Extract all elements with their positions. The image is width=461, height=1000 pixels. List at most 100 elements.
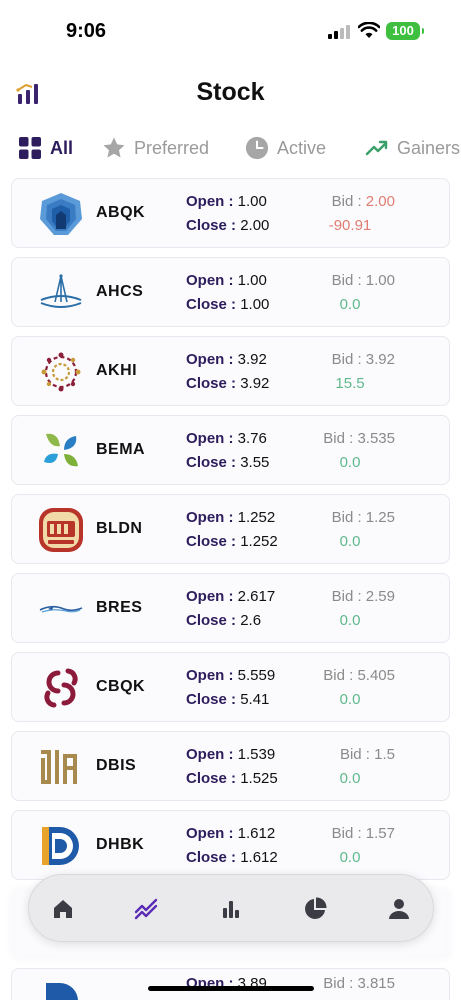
tab-preferred[interactable]: Preferred [102, 130, 209, 166]
open-label: Open : [186, 667, 234, 684]
bid-label: Bid : [331, 509, 362, 526]
open-label: Open : [186, 588, 234, 605]
close-value: 1.612 [240, 849, 278, 866]
close-price: Close : 1.00 [186, 296, 269, 313]
change-value: 0.0 [339, 770, 361, 787]
change-value: 0.0 [339, 296, 361, 313]
bid-price: Bid : 1.57 [332, 825, 395, 842]
open-label: Open : [186, 272, 234, 289]
bid-label: Bid : [323, 667, 354, 684]
tab-all[interactable]: All [18, 130, 73, 166]
bid-label: Bid : [331, 588, 362, 605]
nav-market[interactable] [217, 895, 245, 923]
open-price: Open : 2.617 [186, 588, 275, 605]
close-price: Close : 1.612 [186, 849, 278, 866]
nav-home[interactable] [49, 895, 77, 923]
open-price: Open : 1.252 [186, 509, 275, 526]
bid-price: Bid : 3.92 [332, 351, 395, 368]
stock-row[interactable]: AKHI Open : 3.92 Close : 3.92 Bid : 3.92… [11, 336, 450, 406]
bid-value: 1.57 [365, 825, 395, 842]
nav-profile[interactable] [385, 895, 413, 923]
stock-chart-icon [134, 898, 158, 920]
stock-symbol: DHBK [96, 836, 145, 853]
bres-logo-icon [39, 605, 83, 613]
page-title: Stock [196, 78, 265, 106]
bottom-navigation [28, 874, 434, 942]
stock-row[interactable]: DHBK Open : 1.612 Close : 1.612 Bid : 1.… [11, 810, 450, 880]
filter-tabs: All Preferred Active Gainers [0, 130, 461, 168]
pie-chart-icon [305, 897, 327, 919]
open-label: Open : [186, 351, 234, 368]
clock-icon [245, 136, 269, 160]
stock-symbol: ABQK [96, 204, 146, 221]
close-label: Close : [186, 612, 237, 629]
app-header: Stock [0, 70, 461, 120]
bid-label: Bid : [323, 975, 354, 992]
bid-value: 3.92 [365, 351, 395, 368]
open-value: 1.539 [237, 746, 276, 763]
bid-price: Bid : 1.25 [332, 509, 395, 526]
change-value: -90.91 [328, 217, 372, 234]
bid-label: Bid : [323, 430, 354, 447]
bid-value: 3.815 [357, 975, 395, 992]
stock-row[interactable]: AHCS Open : 1.00 Close : 1.00 Bid : 1.00… [11, 257, 450, 327]
open-value: 5.559 [237, 667, 276, 684]
abqk-logo-icon [40, 193, 82, 235]
home-indicator [148, 986, 314, 991]
stock-row[interactable]: BRES Open : 2.617 Close : 2.6 Bid : 2.59… [11, 573, 450, 643]
open-label: Open : [186, 746, 234, 763]
bid-price: Bid : 1.5 [340, 746, 395, 763]
tab-gainers[interactable]: Gainers [365, 130, 460, 166]
bid-value: 1.00 [365, 272, 395, 289]
status-bar: 9:06 100 [0, 0, 461, 62]
bar-chart-icon [223, 901, 239, 918]
bid-price: Bid : 5.405 [323, 667, 395, 684]
stock-row[interactable]: CBQK Open : 5.559 Close : 5.41 Bid : 5.4… [11, 652, 450, 722]
stock-symbol: AKHI [96, 362, 138, 379]
close-label: Close : [186, 217, 237, 234]
dbis-logo-icon [41, 750, 77, 784]
close-value: 3.92 [240, 375, 270, 392]
stock-row[interactable]: Open : 3.89 Bid : 3.815 [11, 968, 450, 1000]
tab-active[interactable]: Active [245, 130, 326, 166]
stock-symbol: CBQK [96, 678, 146, 695]
close-value: 5.41 [240, 691, 270, 708]
stock-row[interactable]: BLDN Open : 1.252 Close : 1.252 Bid : 1.… [11, 494, 450, 564]
close-value: 2.00 [240, 217, 270, 234]
bid-value: 3.535 [357, 430, 395, 447]
battery-indicator: 100 [386, 22, 424, 40]
close-value: 1.525 [240, 770, 278, 787]
bldn-logo-icon [39, 508, 83, 552]
partial-stock-logo-icon [46, 983, 78, 1000]
nav-portfolio[interactable] [301, 895, 329, 923]
open-label: Open : [186, 193, 234, 210]
change-value: 0.0 [339, 691, 361, 708]
open-value: 1.612 [237, 825, 276, 842]
change-value: 0.0 [339, 849, 361, 866]
stock-row[interactable]: ABQK Open : 1.00 Close : 2.00 Bid : 2.00… [11, 178, 450, 248]
grid-icon [18, 136, 42, 160]
stock-symbol: DBIS [96, 757, 137, 774]
star-icon [102, 136, 126, 160]
close-price: Close : 3.55 [186, 454, 269, 471]
bid-label: Bid : [331, 825, 362, 842]
tab-active-label: Active [277, 137, 327, 158]
open-value: 3.76 [237, 430, 267, 447]
nav-stock[interactable] [133, 895, 161, 923]
change-value: 15.5 [335, 375, 365, 392]
stock-screen: 9:06 100 Stock All Preferred Active Gain… [0, 0, 461, 1000]
bema-logo-icon [44, 433, 78, 467]
open-label: Open : [186, 509, 234, 526]
bid-value: 1.25 [365, 509, 395, 526]
bid-label: Bid : [331, 193, 362, 210]
cellular-signal-icon [328, 25, 350, 39]
open-label: Open : [186, 430, 234, 447]
akhi-logo-icon [41, 352, 81, 392]
stock-row[interactable]: DBIS Open : 1.539 Close : 1.525 Bid : 1.… [11, 731, 450, 801]
stock-row[interactable]: BEMA Open : 3.76 Close : 3.55 Bid : 3.53… [11, 415, 450, 485]
close-label: Close : [186, 849, 237, 866]
status-time: 9:06 [66, 20, 107, 42]
open-value: 1.00 [237, 193, 267, 210]
bid-price: Bid : 3.815 [323, 975, 395, 992]
close-price: Close : 3.92 [186, 375, 269, 392]
